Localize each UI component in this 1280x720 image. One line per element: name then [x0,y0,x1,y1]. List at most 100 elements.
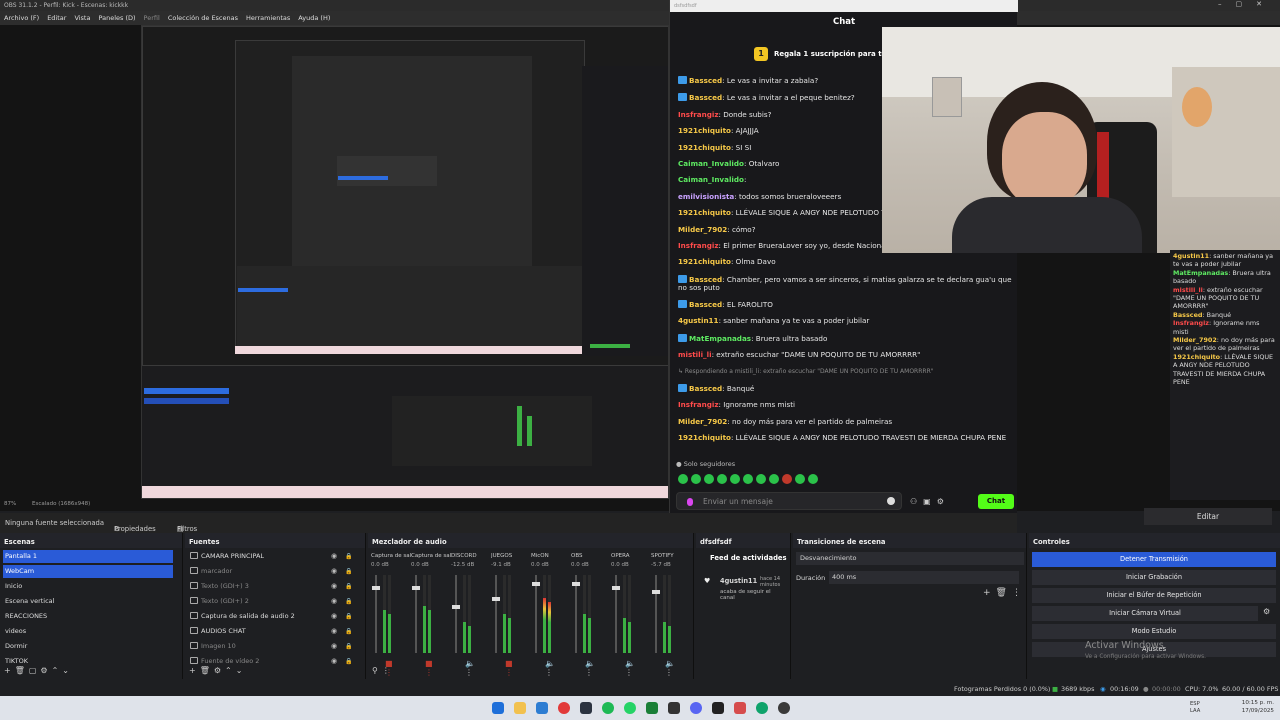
chat-send-button[interactable]: Chat [978,494,1014,509]
emote-icon[interactable] [704,474,714,484]
sources-toolbar[interactable]: +🗑⚙⌃⌄ [189,666,246,675]
volume-fader[interactable] [452,575,460,653]
stop-streaming-button[interactable]: Detener Transmisión [1032,552,1276,567]
terminal-icon[interactable] [668,702,680,714]
discord-icon[interactable] [690,702,702,714]
emoji-icon[interactable] [887,497,895,505]
start-recording-button[interactable]: Iniciar Grabación [1032,570,1276,585]
chat-tools-icon[interactable]: ⚇▣⚙ [910,497,950,506]
opera-icon[interactable] [558,702,570,714]
chat-username[interactable]: Bassced [689,384,722,393]
volume-fader[interactable] [372,575,380,653]
lock-icon[interactable]: 🔒 [345,565,352,578]
chat-username[interactable]: 1921chiquito [678,143,731,152]
source-item[interactable]: Captura de salida de audio 2 ◉ 🔒 [188,610,358,623]
visibility-eye-icon[interactable]: ◉ [331,640,337,653]
menu-item[interactable]: Archivo (F) [4,11,39,25]
speaker-icon[interactable]: 🔈 ⋮ [585,659,601,677]
emote-icon[interactable] [808,474,818,484]
scene-item[interactable]: Pantalla 1 [3,550,173,563]
chat-username[interactable]: Insfrangiz [678,110,719,119]
chat-username[interactable]: 1921chiquito [678,126,731,135]
source-item[interactable]: Imagen 10 ◉ 🔒 [188,640,358,653]
chat-username[interactable]: Milder_7902 [678,417,727,426]
visibility-eye-icon[interactable]: ◉ [331,655,337,668]
scene-item[interactable]: WebCam [3,565,173,578]
source-item[interactable]: CAMARA PRINCIPAL ◉ 🔒 [188,550,358,563]
fader-knob[interactable] [532,582,540,587]
chrome-icon[interactable] [756,702,768,714]
store-icon[interactable] [536,702,548,714]
lock-icon[interactable]: 🔒 [345,640,352,653]
chat-username[interactable]: 1921chiquito [678,257,731,266]
visibility-eye-icon[interactable]: ◉ [331,625,337,638]
chat-username[interactable]: 1921chiquito [678,208,731,217]
volume-fader[interactable] [412,575,420,653]
spotify-icon[interactable] [602,702,614,714]
fader-knob[interactable] [492,597,500,602]
chat-username[interactable]: MatEmpanadas [689,334,751,343]
steam-icon[interactable] [580,702,592,714]
visibility-eye-icon[interactable]: ◉ [331,595,337,608]
chat-username[interactable]: Milder_7902 [678,225,727,234]
chat-username[interactable]: emilvisionista [678,192,734,201]
lock-icon[interactable]: 🔒 [345,655,352,668]
fader-knob[interactable] [452,604,460,609]
emote-icon[interactable] [743,474,753,484]
chat-username[interactable]: Bassced [689,76,722,85]
source-item[interactable]: Texto (GDI+) 3 ◉ 🔒 [188,580,358,593]
emote-icon[interactable] [795,474,805,484]
lock-icon[interactable]: 🔒 [345,625,352,638]
volume-fader[interactable] [572,575,580,653]
emote-icon[interactable] [678,474,688,484]
chat-username[interactable]: Caiman_Invalido [678,159,744,168]
source-item[interactable]: AUDIOS CHAT ◉ 🔒 [188,625,358,638]
chat-username[interactable]: Bassced [689,300,722,309]
emote-icon[interactable] [756,474,766,484]
chat-username[interactable]: mistili_li [678,350,712,359]
scene-item[interactable]: Escena vertical [3,595,173,608]
fader-knob[interactable] [572,582,580,587]
visibility-eye-icon[interactable]: ◉ [331,550,337,563]
file-explorer-icon[interactable] [514,702,526,714]
visibility-eye-icon[interactable]: ◉ [331,610,337,623]
scenes-toolbar[interactable]: +🗑▢⚙⌃⌄ [4,666,73,675]
menu-item[interactable]: Editar [47,11,66,25]
muted-speaker-icon[interactable]: ■ ⋮ [425,659,441,677]
chat-username[interactable]: Insfrangiz [678,400,719,409]
muted-speaker-icon[interactable]: ■ ⋮ [385,659,401,677]
speaker-icon[interactable]: 🔈 ⋮ [465,659,481,677]
volume-fader[interactable] [532,575,540,653]
chat-username[interactable]: 4gustin11 [678,316,719,325]
fader-knob[interactable] [412,586,420,591]
scene-item[interactable]: REACCIONES [3,610,173,623]
volume-fader[interactable] [492,575,500,653]
edit-button[interactable]: Editar [1144,508,1272,525]
speaker-icon[interactable]: 🔈 ⋮ [625,659,641,677]
replay-buffer-button[interactable]: Iniciar el Búfer de Repetición [1032,588,1276,603]
transition-select[interactable]: Desvanecimiento [796,552,1024,565]
obs-icon[interactable] [778,702,790,714]
menu-item[interactable]: Colección de Escenas [168,11,238,25]
chat-username[interactable]: 1921chiquito [678,433,731,442]
chat-username[interactable]: Caiman_Invalido [678,175,744,184]
volume-fader[interactable] [612,575,620,653]
menu-item[interactable]: Paneles (D) [98,11,135,25]
fader-knob[interactable] [372,586,380,591]
visibility-eye-icon[interactable]: ◉ [331,580,337,593]
emote-icon[interactable] [730,474,740,484]
speaker-icon[interactable]: 🔈 ⋮ [665,659,681,677]
mx-icon[interactable] [712,702,724,714]
source-item[interactable]: Texto (GDI+) 2 ◉ 🔒 [188,595,358,608]
system-tray[interactable]: 10:15 p. m. 17/09/2025 [1242,699,1274,715]
muted-speaker-icon[interactable]: ■ ⋮ [505,659,521,677]
emote-icon[interactable] [769,474,779,484]
visibility-eye-icon[interactable]: ◉ [331,565,337,578]
whatsapp-icon[interactable] [624,702,636,714]
scene-item[interactable]: Dormir [3,640,173,653]
menu-item[interactable]: Herramientas [246,11,290,25]
window-controls[interactable]: –▢✕ [1218,0,1276,8]
menu-item[interactable]: Vista [74,11,90,25]
duration-field[interactable]: 400 ms [829,571,1019,584]
chat-username[interactable]: Bassced [689,93,722,102]
